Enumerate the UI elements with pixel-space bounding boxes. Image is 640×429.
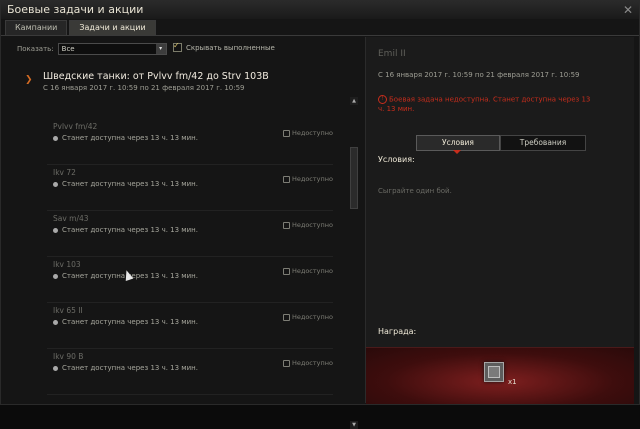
task-availability-text: Недоступно	[291, 359, 333, 367]
close-icon[interactable]: ✕	[623, 3, 633, 17]
task-row[interactable]: Sav m/43 Станет доступна через 13 ч. 13 …	[47, 211, 333, 257]
error-icon: !	[378, 95, 387, 104]
lock-icon	[282, 129, 290, 137]
tab-missions[interactable]: Задачи и акции	[69, 20, 156, 35]
task-name: Sav m/43	[53, 214, 89, 223]
task-row[interactable]: Ikv 72 Станет доступна через 13 ч. 13 ми…	[47, 165, 333, 211]
task-name: Ikv 90 B	[53, 352, 84, 361]
scroll-thumb[interactable]	[350, 147, 358, 209]
task-row[interactable]: Ikv 65 II Станет доступна через 13 ч. 13…	[47, 303, 333, 349]
scroll-up-icon[interactable]: ▲	[350, 97, 358, 105]
title-bar: Боевые задачи и акции ✕	[1, 1, 639, 19]
filter-value: Все	[61, 45, 75, 53]
task-availability: Недоступно	[282, 129, 333, 137]
expand-chevron-icon[interactable]: ❯	[25, 75, 33, 85]
lock-icon	[282, 221, 290, 229]
lock-icon	[282, 313, 290, 321]
lock-icon	[282, 267, 290, 275]
task-status-text: Станет доступна через 13 ч. 13 мин.	[62, 226, 198, 234]
reward-area: x1	[366, 347, 634, 404]
status-dot-icon	[53, 181, 58, 187]
task-status: Станет доступна через 13 ч. 13 мин.	[53, 364, 198, 372]
group-dates: С 16 января 2017 г. 10:59 по 21 февраля …	[43, 84, 245, 92]
task-availability-text: Недоступно	[291, 175, 333, 183]
window-title: Боевые задачи и акции	[7, 3, 144, 16]
task-availability: Недоступно	[282, 313, 333, 321]
task-availability-text: Недоступно	[291, 129, 333, 137]
status-dot-icon	[53, 135, 58, 141]
group-title: Шведские танки: от Pvlvv fm/42 до Strv 1…	[43, 71, 269, 82]
task-status: Станет доступна через 13 ч. 13 мин.	[53, 318, 198, 326]
reward-quantity: x1	[508, 378, 517, 386]
status-dot-icon	[53, 319, 58, 325]
detail-tabs: Условия Требования	[416, 135, 586, 154]
task-availability: Недоступно	[282, 175, 333, 183]
missions-window: Боевые задачи и акции ✕ Кампании Задачи …	[0, 0, 640, 429]
mission-dates: С 16 января 2017 г. 10:59 по 21 февраля …	[378, 71, 580, 79]
task-row[interactable]: Pvlvv fm/42 Станет доступна через 13 ч. …	[47, 119, 333, 165]
error-text: Боевая задача недоступна. Станет доступн…	[378, 95, 591, 113]
main-tabs: Кампании Задачи и акции	[5, 20, 156, 35]
filter-control: Показать: Все ▾	[17, 43, 167, 55]
task-row[interactable]: Ikv 90 B Станет доступна через 13 ч. 13 …	[47, 349, 333, 395]
missions-list-panel: Показать: Все ▾ Скрывать выполненные ❯ Ш…	[9, 37, 358, 429]
tab-requirements[interactable]: Требования	[500, 135, 586, 151]
task-status-text: Станет доступна через 13 ч. 13 мин.	[62, 134, 198, 142]
task-status-text: Станет доступна через 13 ч. 13 мин.	[62, 318, 198, 326]
task-list: Pvlvv fm/42 Станет доступна через 13 ч. …	[47, 119, 333, 395]
task-row[interactable]: Ikv 103 Станет доступна через 13 ч. 13 м…	[47, 257, 333, 303]
task-name: Ikv 72	[53, 168, 76, 177]
status-dot-icon	[53, 365, 58, 371]
mission-unavailable-message: ! Боевая задача недоступна. Станет доступ…	[378, 95, 598, 114]
task-status: Станет доступна через 13 ч. 13 мин.	[53, 180, 198, 188]
task-availability-text: Недоступно	[291, 221, 333, 229]
status-dot-icon	[53, 273, 58, 279]
filter-select[interactable]: Все ▾	[57, 43, 167, 55]
task-availability-text: Недоступно	[291, 313, 333, 321]
scroll-down-icon[interactable]: ▼	[350, 421, 358, 429]
hide-completed-toggle[interactable]: Скрывать выполненные	[173, 41, 275, 52]
tasks-scrollbar[interactable]: ▲ ▼	[350, 97, 358, 429]
conditions-label: Условия:	[378, 155, 415, 164]
task-availability: Недоступно	[282, 359, 333, 367]
tab-divider	[1, 35, 639, 36]
task-name: Ikv 103	[53, 260, 81, 269]
scroll-track[interactable]	[350, 107, 358, 419]
lock-icon	[282, 175, 290, 183]
task-status: Станет доступна через 13 ч. 13 мин.	[53, 226, 198, 234]
hide-completed-checkbox[interactable]	[173, 41, 182, 52]
reward-label: Награда:	[378, 327, 417, 336]
mission-detail-panel: Emil II С 16 января 2017 г. 10:59 по 21 …	[365, 37, 634, 404]
hide-completed-label: Скрывать выполненные	[186, 43, 275, 52]
task-status-text: Станет доступна через 13 ч. 13 мин.	[62, 180, 198, 188]
conditions-text: Сыграйте один бой.	[378, 187, 452, 195]
mission-title: Emil II	[378, 49, 406, 59]
task-name: Pvlvv fm/42	[53, 122, 98, 131]
task-name: Ikv 65 II	[53, 306, 83, 315]
mission-group[interactable]: ❯ Шведские танки: от Pvlvv fm/42 до Strv…	[19, 71, 339, 99]
chevron-down-icon[interactable]: ▾	[155, 44, 166, 54]
lock-icon	[282, 359, 290, 367]
reward-module-icon	[484, 362, 504, 382]
tab-campaigns[interactable]: Кампании	[5, 20, 68, 35]
status-dot-icon	[53, 227, 58, 233]
task-status: Станет доступна через 13 ч. 13 мин.	[53, 134, 198, 142]
task-availability-text: Недоступно	[291, 267, 333, 275]
filter-label: Показать:	[17, 45, 54, 53]
task-status-text: Станет доступна через 13 ч. 13 мин.	[62, 364, 198, 372]
task-availability: Недоступно	[282, 221, 333, 229]
task-availability: Недоступно	[282, 267, 333, 275]
tab-conditions[interactable]: Условия	[416, 135, 500, 154]
